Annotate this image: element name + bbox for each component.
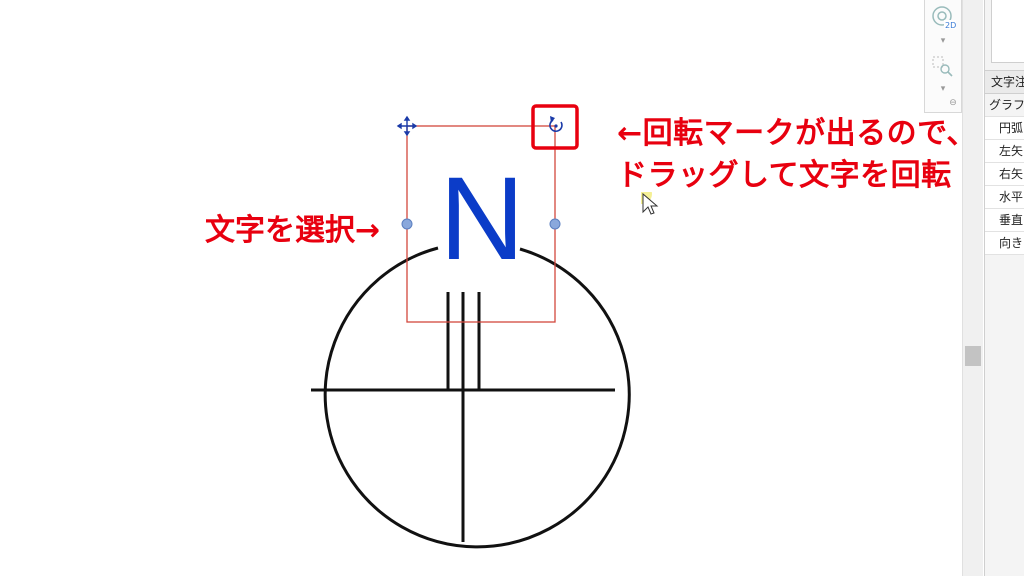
panel-group-row[interactable]: グラフィ xyxy=(985,94,1024,117)
list-item[interactable]: 向き xyxy=(985,232,1024,255)
left-grip-handle[interactable] xyxy=(401,218,413,230)
select-text-annotation: 文字を選択→ xyxy=(205,213,381,248)
chevron-down-icon[interactable]: ▾ xyxy=(939,36,947,46)
panel-list: グラフィ 円弧 左矢 右矢 水平 垂直 向き xyxy=(985,94,1024,255)
rotate-annotation-line2: ドラッグして文字を回転 xyxy=(617,158,952,193)
north-text-n[interactable]: N xyxy=(432,160,532,280)
rotate-annotation-line1: ←回転マークが出るので、 xyxy=(617,116,977,151)
move-crosshair-icon[interactable] xyxy=(396,115,418,137)
right-grip-handle[interactable] xyxy=(549,218,561,230)
panel-preview-box xyxy=(991,0,1024,63)
rotate-icon[interactable] xyxy=(549,116,563,133)
scrollbar-thumb[interactable] xyxy=(965,346,981,366)
list-item[interactable]: 円弧 xyxy=(985,117,1024,140)
list-item[interactable]: 左矢 xyxy=(985,140,1024,163)
svg-text:2D: 2D xyxy=(945,21,956,30)
list-item[interactable]: 垂直 xyxy=(985,209,1024,232)
chevron-down-icon[interactable]: ▾ xyxy=(939,84,947,94)
drawing-canvas[interactable]: N ←回転マークが出るので、 ドラッグして文字を回転 文字を選択→ xyxy=(0,0,1024,576)
north-circle-arc xyxy=(323,246,631,549)
zoom-region-icon[interactable] xyxy=(930,54,956,80)
navigation-bar: 2D ▾ ▾ ⊖ xyxy=(924,0,962,113)
options-dot-icon[interactable]: ⊖ xyxy=(949,98,957,108)
properties-panel: 文字注 グラフィ 円弧 左矢 右矢 水平 垂直 向き xyxy=(984,0,1024,576)
mouse-cursor-icon xyxy=(641,192,659,215)
steering-wheel-2d-icon[interactable]: 2D xyxy=(930,4,956,30)
panel-header: 文字注 xyxy=(985,70,1024,94)
list-item[interactable]: 水平 xyxy=(985,186,1024,209)
list-item[interactable]: 右矢 xyxy=(985,163,1024,186)
north-arrow-symbol xyxy=(311,104,631,549)
vertical-scrollbar[interactable] xyxy=(962,0,983,576)
